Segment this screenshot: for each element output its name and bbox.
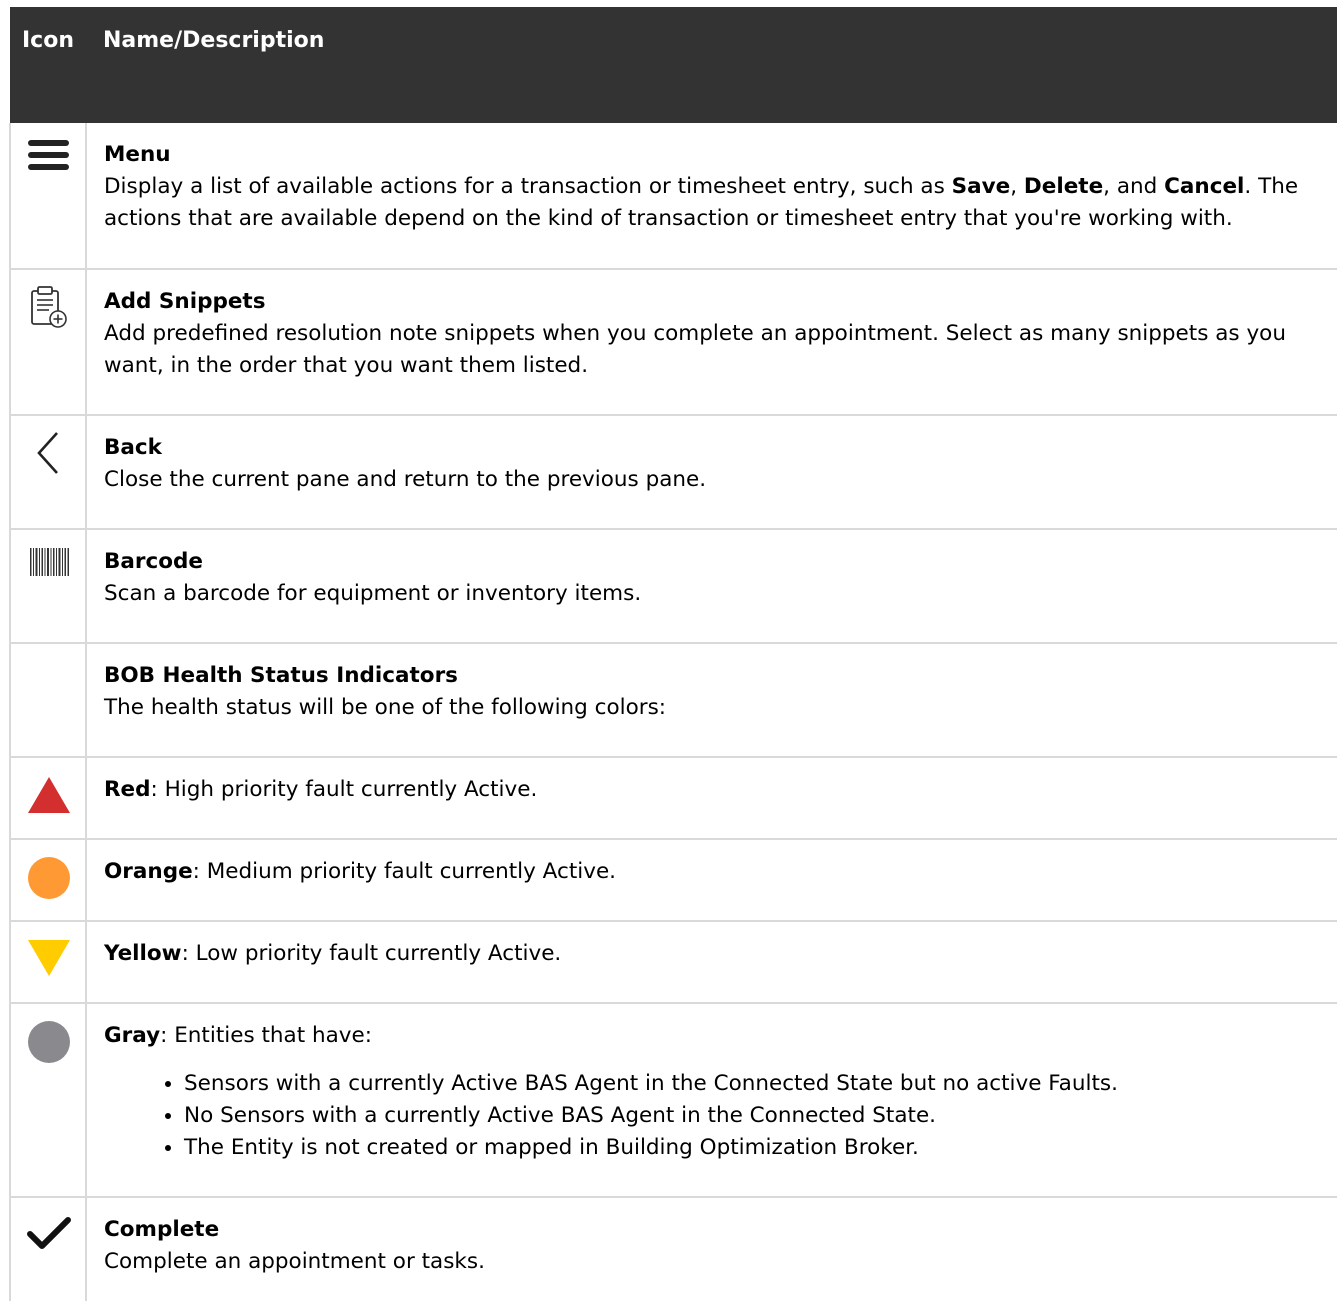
checkmark-icon xyxy=(27,1217,71,1249)
icon-cell xyxy=(9,1197,87,1301)
bullet-list: Sensors with a currently Active BAS Agen… xyxy=(104,1068,1328,1164)
icon-cell xyxy=(9,757,87,840)
description-cell: Yellow: Low priority fault currently Act… xyxy=(86,921,1337,1004)
header-description-column: Name/Description xyxy=(103,28,325,53)
table-header-row: Icon Name/Description xyxy=(10,7,1337,123)
description-cell: Red: High priority fault currently Activ… xyxy=(86,757,1337,840)
description-cell: Back Close the current pane and return t… xyxy=(86,415,1337,530)
yellow-triangle-down-icon xyxy=(28,940,70,976)
description-cell: Menu Display a list of available actions… xyxy=(86,123,1337,270)
description-cell: Orange: Medium priority fault currently … xyxy=(86,839,1337,922)
table-row-health-status: BOB Health Status Indicators The health … xyxy=(9,643,1337,758)
row-description: The health status will be one of the fol… xyxy=(104,695,667,720)
red-triangle-icon xyxy=(28,777,70,813)
table-row-barcode: Barcode Scan a barcode for equipment or … xyxy=(9,529,1337,644)
icon-reference-table: Icon Name/Description Menu Display a lis… xyxy=(9,7,1337,1301)
text-segment: , and xyxy=(1103,174,1165,199)
table-row-gray: Gray: Entities that have: Sensors with a… xyxy=(9,1003,1337,1198)
gray-circle-icon xyxy=(28,1021,70,1063)
description-cell: Barcode Scan a barcode for equipment or … xyxy=(86,529,1337,644)
cancel-term: Cancel xyxy=(1164,174,1245,199)
row-description: Gray: Entities that have: xyxy=(104,1020,1328,1052)
table-row-add-snippets: Add Snippets Add predefined resolution n… xyxy=(9,269,1337,416)
row-description: Complete an appointment or tasks. xyxy=(104,1249,485,1274)
icon-cell xyxy=(9,529,87,644)
status-label: Orange xyxy=(104,859,193,884)
barcode-icon xyxy=(30,548,69,576)
row-description: Orange: Medium priority fault currently … xyxy=(104,856,1328,888)
save-term: Save xyxy=(951,174,1011,199)
description-cell: BOB Health Status Indicators The health … xyxy=(86,643,1337,758)
clipboard-add-icon xyxy=(31,286,67,328)
header-icon-column: Icon xyxy=(21,28,74,53)
icon-cell xyxy=(9,839,87,922)
chevron-left-icon xyxy=(37,432,58,474)
row-title: BOB Health Status Indicators xyxy=(104,663,458,688)
text-segment: : Entities that have: xyxy=(160,1023,372,1048)
table-row-back: Back Close the current pane and return t… xyxy=(9,415,1337,530)
list-item: No Sensors with a currently Active BAS A… xyxy=(184,1100,1328,1132)
row-title: Back xyxy=(104,435,162,460)
row-title: Barcode xyxy=(104,549,203,574)
icon-cell xyxy=(9,921,87,1004)
description-cell: Complete Complete an appointment or task… xyxy=(86,1197,1337,1301)
status-label: Gray xyxy=(104,1023,161,1048)
table-row-orange: Orange: Medium priority fault currently … xyxy=(9,839,1337,922)
icon-cell xyxy=(9,643,87,758)
row-title: Menu xyxy=(104,142,171,167)
row-title: Complete xyxy=(104,1217,220,1242)
table-row-complete: Complete Complete an appointment or task… xyxy=(9,1197,1337,1301)
orange-circle-icon xyxy=(28,857,70,899)
text-segment: Display a list of available actions for … xyxy=(104,174,952,199)
list-item: The Entity is not created or mapped in B… xyxy=(184,1132,1328,1164)
description-cell: Gray: Entities that have: Sensors with a… xyxy=(86,1003,1337,1198)
table-row-menu: Menu Display a list of available actions… xyxy=(9,123,1337,270)
row-description: Yellow: Low priority fault currently Act… xyxy=(104,938,1328,970)
row-description: Scan a barcode for equipment or inventor… xyxy=(104,581,642,606)
text-segment: , xyxy=(1010,174,1024,199)
table-row-yellow: Yellow: Low priority fault currently Act… xyxy=(9,921,1337,1004)
icon-cell xyxy=(9,269,87,416)
text-segment: : Low priority fault currently Active. xyxy=(181,941,562,966)
delete-term: Delete xyxy=(1023,174,1104,199)
text-segment: : Medium priority fault currently Active… xyxy=(192,859,617,884)
status-label: Yellow xyxy=(104,941,182,966)
list-item: Sensors with a currently Active BAS Agen… xyxy=(184,1068,1328,1100)
page: Icon Name/Description Menu Display a lis… xyxy=(0,0,1337,1301)
text-segment: : High priority fault currently Active. xyxy=(150,777,538,802)
icon-cell xyxy=(9,123,87,270)
row-description: Close the current pane and return to the… xyxy=(104,467,707,492)
icon-cell xyxy=(9,415,87,530)
row-description: Red: High priority fault currently Activ… xyxy=(104,774,1328,806)
table-row-red: Red: High priority fault currently Activ… xyxy=(9,757,1337,840)
icon-cell xyxy=(9,1003,87,1198)
row-title: Add Snippets xyxy=(104,289,266,314)
row-description: Display a list of available actions for … xyxy=(104,171,1328,235)
menu-icon xyxy=(28,140,69,170)
row-description: Add predefined resolution note snippets … xyxy=(104,321,1286,378)
status-label: Red xyxy=(104,777,151,802)
description-cell: Add Snippets Add predefined resolution n… xyxy=(86,269,1337,416)
